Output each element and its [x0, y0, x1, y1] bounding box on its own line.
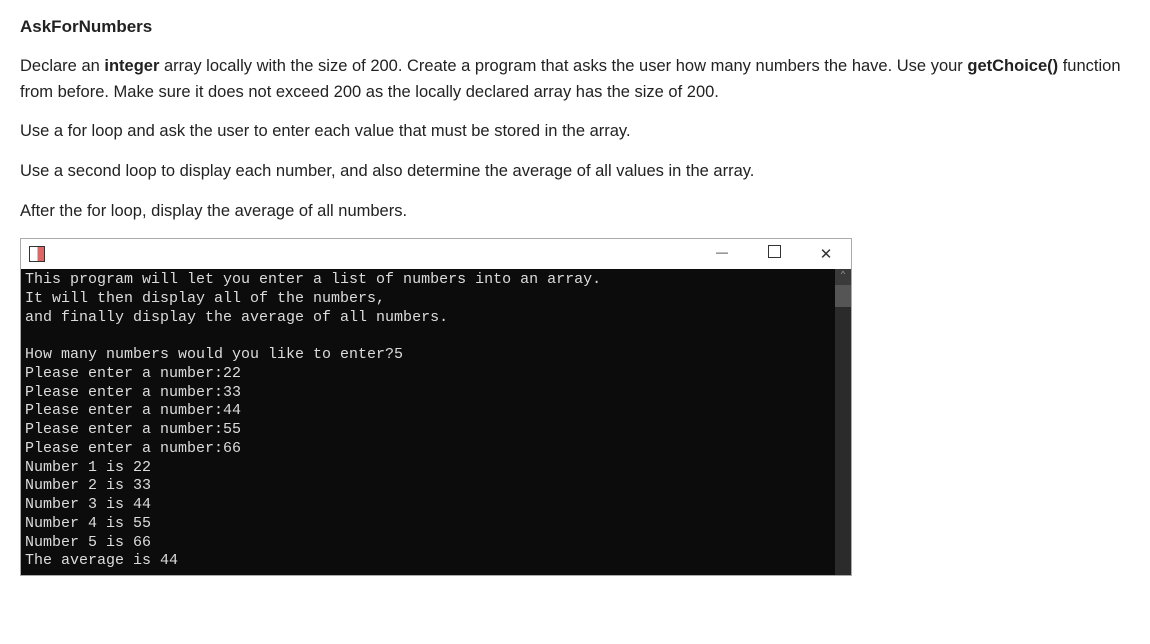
console-line: Number 3 is 44: [25, 496, 851, 515]
console-line: Please enter a number:66: [25, 440, 851, 459]
console-line: Please enter a number:33: [25, 384, 851, 403]
console-line: How many numbers would you like to enter…: [25, 346, 851, 365]
paragraph-3: Use a second loop to display each number…: [20, 159, 1130, 185]
console-output: This program will let you enter a list o…: [25, 271, 851, 571]
console-line: and finally display the average of all n…: [25, 309, 851, 328]
minimize-button[interactable]: [707, 243, 737, 265]
console-line: [25, 327, 851, 346]
scroll-up-icon[interactable]: ⌃: [835, 269, 851, 285]
console-line: Please enter a number:44: [25, 402, 851, 421]
app-icon: [29, 246, 45, 262]
paragraph-4: After the for loop, display the average …: [20, 199, 1130, 225]
paragraph-1: Declare an integer array locally with th…: [20, 54, 1130, 105]
text: Declare an: [20, 57, 104, 75]
console-window: ✕ This program will let you enter a list…: [20, 238, 852, 576]
text: array locally with the size of 200. Crea…: [159, 57, 967, 75]
bold-getchoice: getChoice(): [967, 57, 1058, 75]
console-line: Please enter a number:55: [25, 421, 851, 440]
console-line: This program will let you enter a list o…: [25, 271, 851, 290]
console-line: Number 4 is 55: [25, 515, 851, 534]
scrollbar[interactable]: ⌃: [835, 269, 851, 575]
console-line: Please enter a number:22: [25, 365, 851, 384]
console-body: This program will let you enter a list o…: [21, 269, 851, 575]
console-line: Number 2 is 33: [25, 477, 851, 496]
scroll-thumb[interactable]: [835, 285, 851, 307]
close-button[interactable]: ✕: [811, 243, 841, 266]
bold-integer: integer: [104, 57, 159, 75]
console-line: It will then display all of the numbers,: [25, 290, 851, 309]
page-title: AskForNumbers: [20, 14, 1130, 40]
paragraph-2: Use a for loop and ask the user to enter…: [20, 119, 1130, 145]
maximize-button[interactable]: [759, 243, 789, 265]
window-controls: ✕: [707, 243, 841, 266]
console-line: The average is 44: [25, 552, 851, 571]
console-line: Number 1 is 22: [25, 459, 851, 478]
titlebar: ✕: [21, 239, 851, 269]
console-line: Number 5 is 66: [25, 534, 851, 553]
